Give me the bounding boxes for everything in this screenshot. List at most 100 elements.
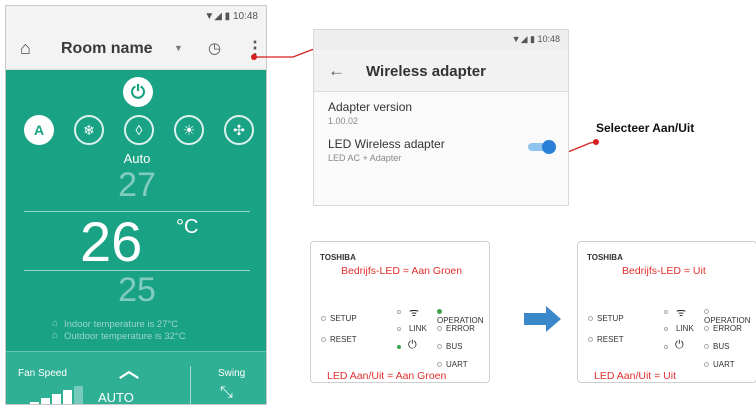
page-title: Wireless adapter	[366, 63, 486, 80]
fan-swing-panel: ︿ Fan Speed AUTO Swing ⤡	[6, 351, 266, 405]
reset-led: RESET	[588, 335, 624, 344]
adapter-version-label: Adapter version	[328, 100, 413, 114]
wifi-icon: ᯤ	[409, 307, 420, 319]
mode-auto-button[interactable]: A	[24, 115, 54, 145]
led-dot	[321, 337, 326, 343]
indoor-temperature: Indoor temperature is 27°C	[64, 319, 179, 330]
link-label: LINK	[409, 324, 427, 333]
led-dot	[704, 309, 709, 315]
led-dot	[437, 326, 442, 332]
fan-speed-bars[interactable]	[30, 384, 86, 404]
brand-logo: TOSHIBA	[320, 253, 356, 262]
app-bar: ← Wireless adapter	[314, 50, 568, 92]
led-label: RESET	[330, 335, 357, 344]
bus-led: BUS	[704, 342, 729, 351]
status-bar: ▼◢ ▮ 10:48	[314, 30, 568, 50]
wireless-adapter-screen: ▼◢ ▮ 10:48 ← Wireless adapter Adapter ve…	[313, 29, 569, 206]
more-options-icon[interactable]: ⋮	[246, 38, 264, 59]
outdoor-temperature: Outdoor temperature is 32°C	[64, 331, 186, 342]
error-led: ERROR	[704, 324, 742, 333]
led-label: UART	[446, 360, 468, 369]
setup-led: SETUP	[321, 314, 357, 323]
fan-speed-value: AUTO	[98, 390, 134, 405]
led-label: ERROR	[713, 324, 742, 333]
fan-level-bar	[41, 398, 50, 404]
status-time: 10:48	[537, 34, 560, 44]
mode-heat-button[interactable]: ☀	[174, 115, 204, 145]
home-icon[interactable]: ⌂	[20, 38, 31, 59]
outdoor-home-icon: ⌂	[52, 330, 59, 341]
fan-level-bar	[74, 386, 83, 404]
fan-speed-label: Fan Speed	[18, 368, 67, 379]
swing-icon[interactable]: ⤡	[220, 384, 233, 402]
status-icons: ▼◢ ▮ 10:48	[511, 34, 560, 44]
toggle-knob	[542, 140, 556, 154]
status-icons: ▼◢ ▮ 10:48	[204, 11, 258, 22]
app-bar: ⌂ Room name ▼ ◷ ⋮	[6, 28, 266, 70]
led-dot	[437, 309, 442, 315]
setpoint-down[interactable]: 25	[6, 271, 266, 310]
led-label: BUS	[713, 342, 730, 351]
adapter-version-value: 1.00.02	[328, 116, 359, 126]
led-dot	[437, 362, 442, 368]
led-toggle-switch[interactable]	[528, 140, 556, 154]
setup-led: SETUP	[588, 314, 624, 323]
chevron-up-icon[interactable]: ︿	[119, 354, 139, 383]
led-label: SETUP	[597, 314, 624, 323]
led-dot	[321, 316, 326, 322]
operation-led: OPERATION	[437, 307, 489, 325]
adapter-panel-off: TOSHIBA Bedrijfs-LED = Uit SETUP RESET ᯤ…	[577, 241, 756, 383]
temperature-unit: °C	[176, 216, 199, 238]
operation-led-label: Bedrijfs-LED = Aan Groen	[341, 265, 463, 277]
wifi-icon: ᯤ	[676, 307, 687, 319]
mode-selector: A ❄ ◊ ☀ ✣	[24, 115, 254, 145]
led-dot	[704, 362, 709, 368]
chevron-down-icon[interactable]: ▼	[174, 43, 183, 53]
link-label: LINK	[676, 324, 694, 333]
led-setting-label: LED Wireless adapter	[328, 137, 445, 151]
led-dot	[588, 337, 593, 343]
power-led-label: LED Aan/Uit = Uit	[594, 370, 676, 382]
panel-divider	[190, 366, 191, 404]
fan-level-bar	[63, 390, 72, 404]
mode-dry-button[interactable]: ◊	[124, 115, 154, 145]
adapter-panel-on: TOSHIBA Bedrijfs-LED = Aan Groen SETUP R…	[310, 241, 490, 383]
arrow-right-icon	[524, 306, 561, 332]
led-setting-sub: LED AC + Adapter	[328, 153, 402, 163]
led-label: SETUP	[330, 314, 357, 323]
brand-logo: TOSHIBA	[587, 253, 623, 262]
led-label: ERROR	[446, 324, 475, 333]
error-led: ERROR	[437, 324, 475, 333]
operation-led-label: Bedrijfs-LED = Uit	[622, 265, 706, 277]
ac-control-screen: ▼◢ ▮ 10:48 ⌂ Room name ▼ ◷ ⋮ ⏻ A ❄ ◊ ☀ ✣…	[5, 5, 267, 405]
swing-label: Swing	[218, 368, 246, 379]
led-label: UART	[713, 360, 735, 369]
timer-icon[interactable]: ◷	[208, 39, 221, 57]
back-arrow-icon[interactable]: ←	[328, 61, 345, 81]
uart-led: UART	[704, 360, 735, 369]
indoor-home-icon: ⌂	[52, 318, 59, 329]
power-led-dot	[397, 345, 401, 349]
led-dot	[437, 344, 442, 350]
status-time: 10:48	[232, 11, 258, 22]
power-icon: ⏻	[408, 339, 417, 351]
power-led-dot	[664, 345, 668, 349]
wifi-led-dot	[397, 310, 401, 314]
setpoint-up[interactable]: 27	[6, 166, 266, 205]
fan-level-bar	[30, 402, 39, 404]
mode-cool-button[interactable]: ❄	[74, 115, 104, 145]
power-icon: ⏻	[675, 339, 684, 351]
link-led-dot	[397, 327, 401, 331]
connector-dot	[593, 139, 599, 145]
mode-label: Auto	[123, 151, 151, 166]
bus-led: BUS	[437, 342, 462, 351]
operation-led: OPERATION	[704, 307, 756, 325]
fan-level-bar	[52, 394, 61, 404]
mode-fan-button[interactable]: ✣	[224, 115, 254, 145]
power-button[interactable]: ⏻	[123, 77, 153, 107]
led-dot	[704, 344, 709, 350]
wifi-led-dot	[664, 310, 668, 314]
room-name[interactable]: Room name	[61, 40, 153, 58]
status-bar: ▼◢ ▮ 10:48	[6, 6, 266, 28]
current-setpoint: 26	[80, 210, 143, 273]
